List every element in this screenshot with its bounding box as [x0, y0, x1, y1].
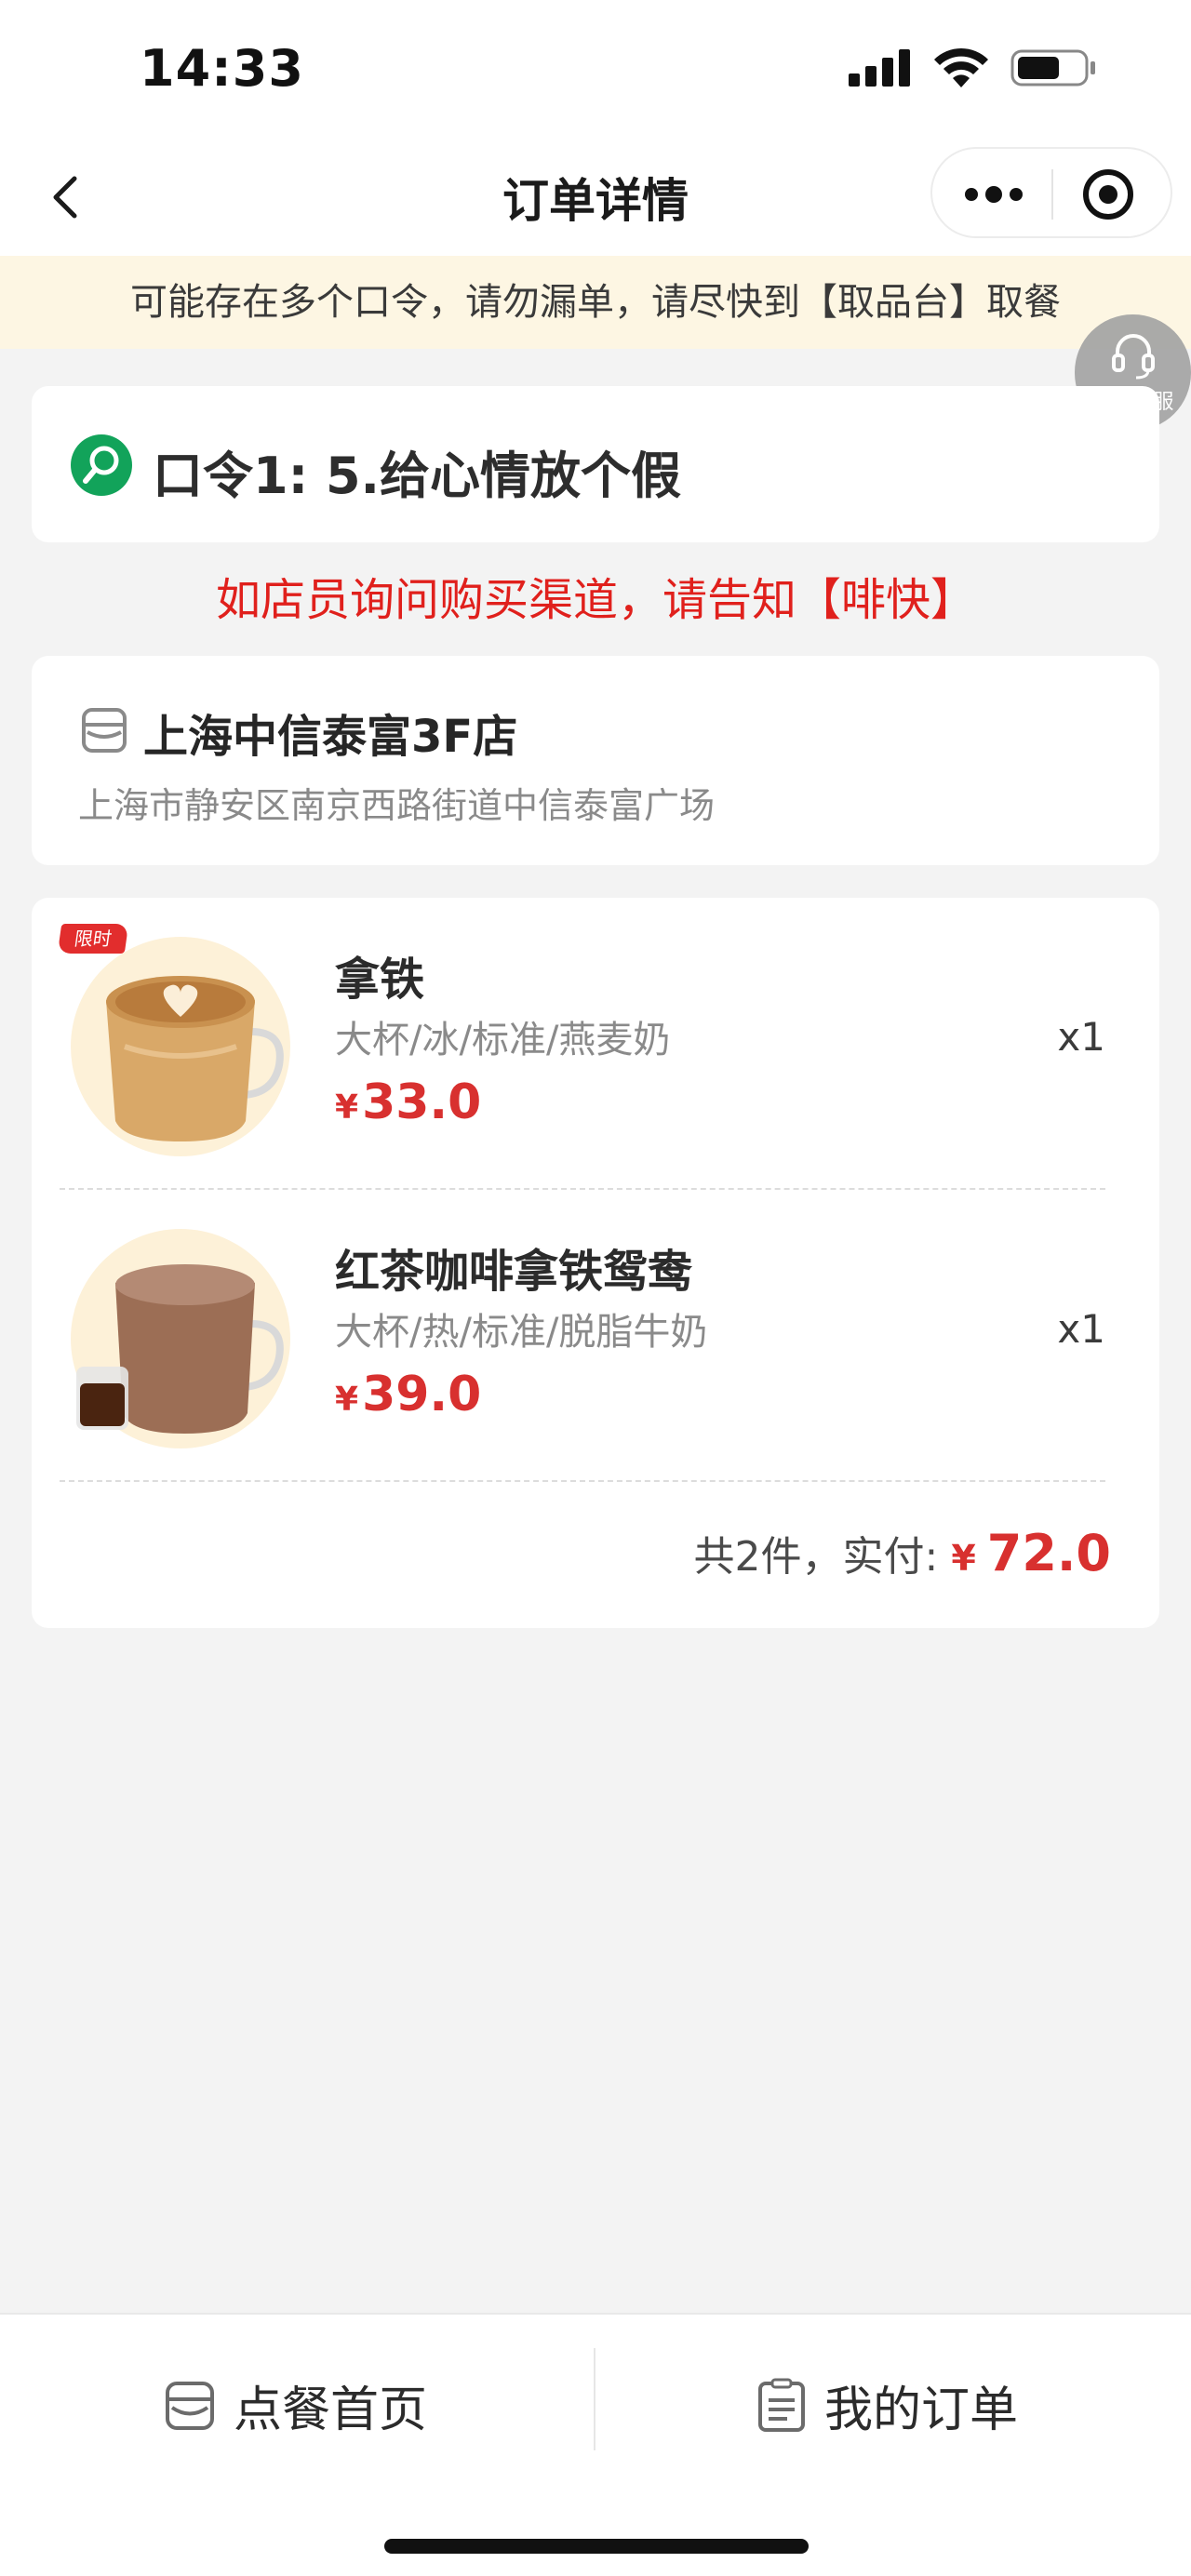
- headset-icon: [1112, 334, 1155, 380]
- order-item: 红茶咖啡拿铁鸳鸯 大杯/热/标准/脱脂牛奶 ¥39.0 x1: [32, 1190, 1159, 1482]
- bottom-divider: [594, 2348, 596, 2450]
- latte-image: [71, 937, 290, 1156]
- home-indicator[interactable]: [384, 2539, 809, 2554]
- bottom-bar: 点餐首页 我的订单: [0, 2313, 1191, 2576]
- status-icons: [847, 47, 1098, 89]
- kouling-text: 口令1: 5.给心情放个假: [153, 447, 682, 505]
- item-price-value: 39.0: [362, 1367, 482, 1422]
- milk-tea-coffee-image: [71, 1229, 290, 1448]
- nav-bar: 订单详情: [0, 140, 1191, 256]
- order-list-icon: [758, 2378, 805, 2432]
- miniprogram-capsule: [930, 147, 1172, 238]
- store-icon: [82, 708, 127, 753]
- item-price-value: 33.0: [362, 1074, 482, 1130]
- store-icon: [166, 2381, 214, 2430]
- close-target-icon[interactable]: [1077, 164, 1139, 225]
- order-card: 限时 拿铁 大杯/冰/标准/燕麦奶 ¥33.0 x1 红茶咖啡拿铁鸳鸯 大杯/热…: [32, 898, 1159, 1628]
- channel-tip: 如店员询问购买渠道，请告知【啡快】: [215, 574, 975, 626]
- item-name: 红茶咖啡拿铁鸳鸯: [335, 1246, 693, 1298]
- total-amount: 72.0: [986, 1524, 1111, 1582]
- search-badge-icon: [71, 434, 132, 496]
- battery-icon: [1010, 49, 1095, 87]
- cellular-signal-icon: [849, 49, 910, 87]
- store-card[interactable]: 上海中信泰富3F店 上海市静安区南京西路街道中信泰富广场: [32, 656, 1159, 865]
- store-address: 上海市静安区南京西路街道中信泰富广场: [78, 785, 716, 826]
- order-home-label: 点餐首页: [234, 2382, 428, 2438]
- item-quantity: x1: [1057, 1014, 1105, 1060]
- item-price-currency: ¥: [335, 1088, 359, 1127]
- kouling-card: 口令1: 5.给心情放个假: [32, 386, 1159, 542]
- pickup-notice: 可能存在多个口令，请勿漏单，请尽快到【取品台】取餐: [0, 256, 1191, 349]
- wifi-icon: [934, 47, 988, 87]
- total-label: 共2件，实付:: [693, 1533, 939, 1581]
- item-divider: [60, 1480, 1105, 1482]
- store-name: 上海中信泰富3F店: [143, 711, 518, 763]
- limited-time-badge: 限时: [57, 924, 129, 954]
- status-time: 14:33: [140, 39, 304, 98]
- item-spec: 大杯/冰/标准/燕麦奶: [335, 1019, 671, 1061]
- total-currency: ¥: [951, 1538, 976, 1579]
- more-dots-icon[interactable]: [957, 167, 1031, 221]
- item-spec: 大杯/热/标准/脱脂牛奶: [335, 1311, 708, 1354]
- status-bar: 14:33: [0, 0, 1191, 140]
- capsule-divider: [1051, 169, 1053, 220]
- order-item: 限时 拿铁 大杯/冰/标准/燕麦奶 ¥33.0 x1: [32, 898, 1159, 1190]
- item-price-currency: ¥: [335, 1381, 359, 1419]
- my-orders-button[interactable]: 我的订单: [756, 2370, 1018, 2440]
- item-price: ¥33.0: [335, 1074, 481, 1130]
- item-quantity: x1: [1057, 1306, 1105, 1352]
- order-home-button[interactable]: 点餐首页: [163, 2370, 427, 2440]
- my-orders-label: 我的订单: [824, 2382, 1019, 2438]
- item-name: 拿铁: [335, 954, 425, 1006]
- order-total: 共2件，实付: ¥ 72.0: [693, 1523, 1111, 1582]
- item-price: ¥39.0: [335, 1367, 481, 1422]
